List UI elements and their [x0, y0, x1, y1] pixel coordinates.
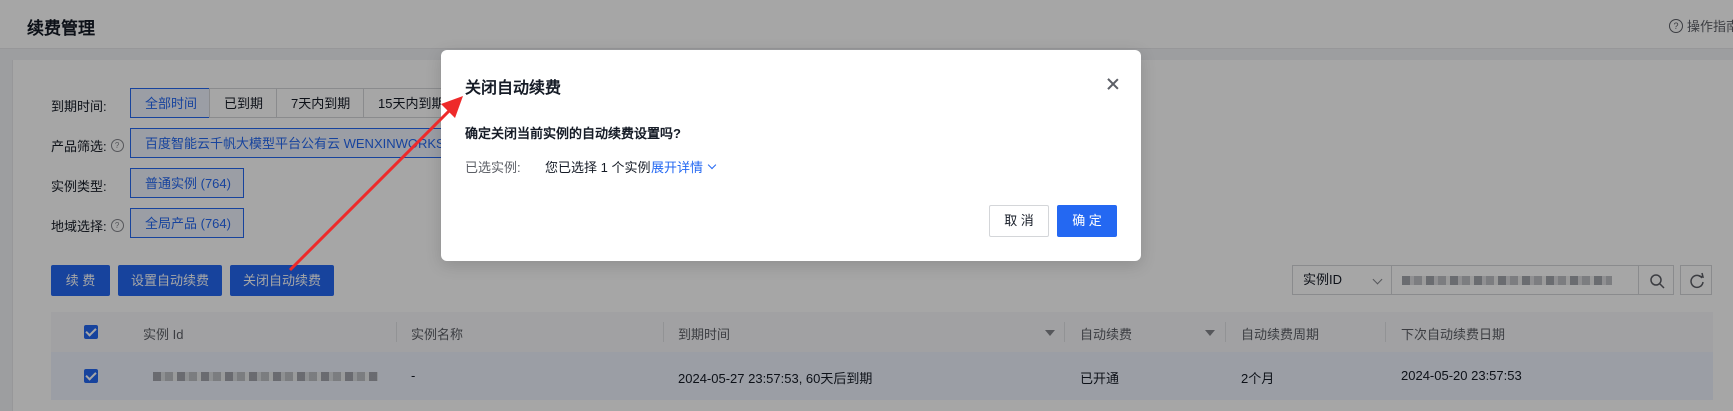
annotation-arrow — [288, 96, 463, 272]
